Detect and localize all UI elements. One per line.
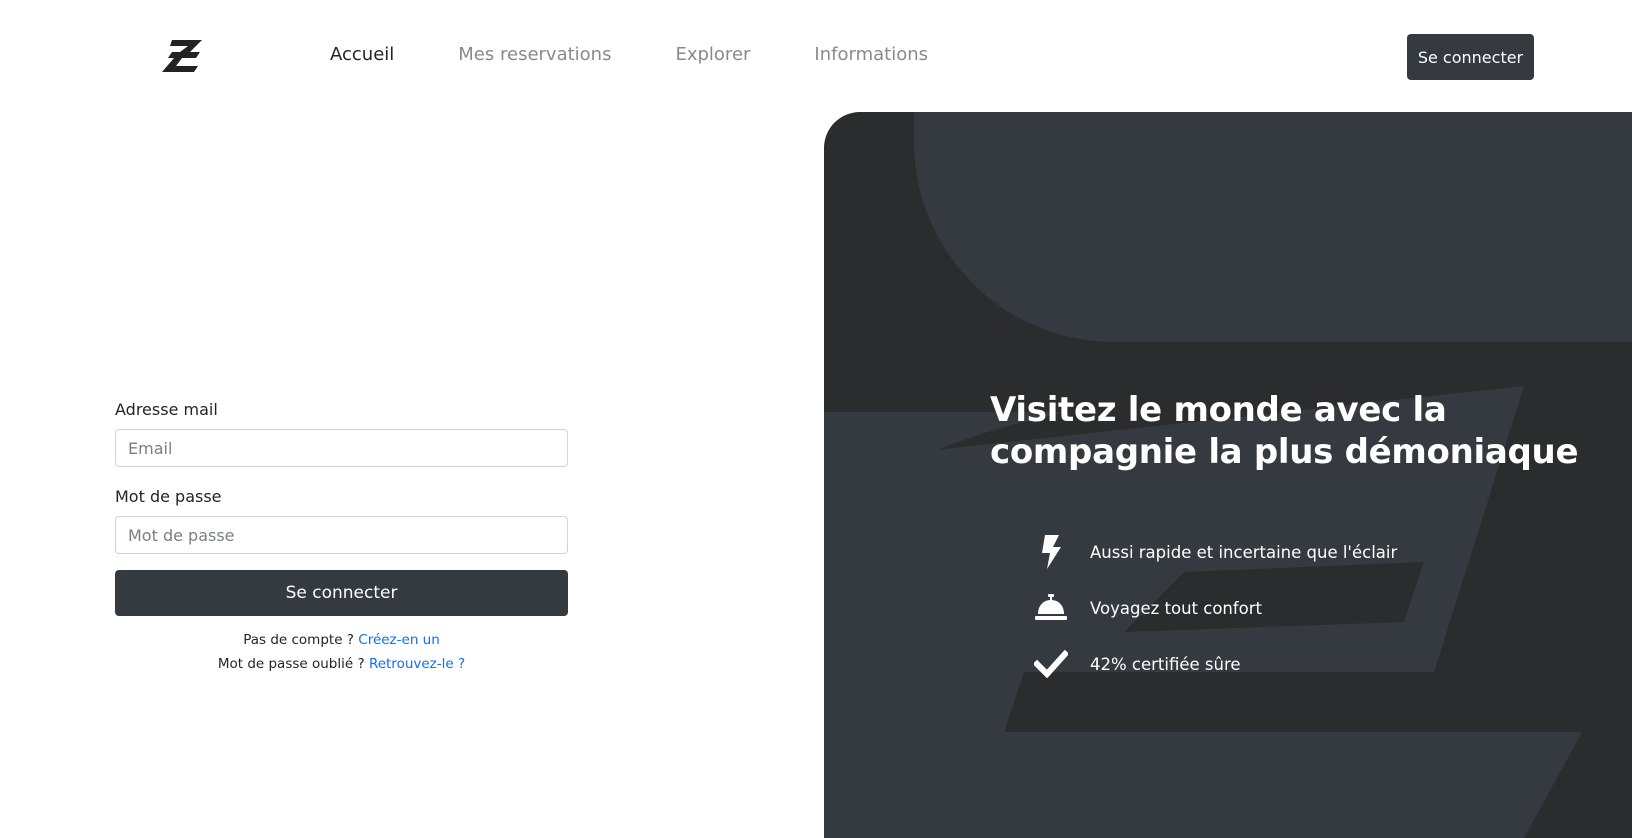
feature-text-safety: 42% certifiée sûre <box>1090 654 1241 674</box>
nav-links: Accueil Mes reservations Explorer Inform… <box>330 44 992 65</box>
create-account-row: Pas de compte ? Créez-en un <box>115 628 568 652</box>
password-label: Mot de passe <box>115 487 222 506</box>
feature-text-speed: Aussi rapide et incertaine que l'éclair <box>1090 542 1398 562</box>
login-form: Adresse mail Mot de passe Se connecter P… <box>115 400 568 676</box>
navbar-login-button[interactable]: Se connecter <box>1407 34 1534 80</box>
hero-title-line-2: compagnie la plus démoniaque <box>990 432 1579 472</box>
nav-link-informations[interactable]: Informations <box>814 44 928 65</box>
email-label: Adresse mail <box>115 400 218 419</box>
no-account-text: Pas de compte ? <box>243 632 354 648</box>
forgot-password-text: Mot de passe oublié ? <box>217 656 365 672</box>
navbar: Accueil Mes reservations Explorer Inform… <box>0 0 1632 112</box>
feature-text-comfort: Voyagez tout confort <box>1090 598 1263 618</box>
feature-item: Voyagez tout confort <box>1034 580 1397 636</box>
feature-item: 42% certifiée sûre <box>1034 636 1397 692</box>
service-bell-icon <box>1034 591 1068 625</box>
recover-password-link[interactable]: Retrouvez-le ? <box>369 656 465 672</box>
create-account-link[interactable]: Créez-en un <box>358 632 440 648</box>
nav-link-accueil[interactable]: Accueil <box>330 44 394 65</box>
hero-panel: Visitez le monde avec la compagnie la pl… <box>824 112 1632 838</box>
checkmark-icon <box>1034 647 1068 681</box>
password-field[interactable] <box>115 516 568 554</box>
hero-title: Visitez le monde avec la compagnie la pl… <box>990 389 1610 473</box>
brand-logo-icon[interactable] <box>160 38 204 74</box>
login-helper-links: Pas de compte ? Créez-en un Mot de passe… <box>115 628 568 676</box>
feature-item: Aussi rapide et incertaine que l'éclair <box>1034 524 1397 580</box>
forgot-password-row: Mot de passe oublié ? Retrouvez-le ? <box>115 652 568 676</box>
hero-title-line-1: Visitez le monde avec la <box>990 390 1447 430</box>
login-submit-button[interactable]: Se connecter <box>115 570 568 616</box>
nav-link-mes-reservations[interactable]: Mes reservations <box>458 44 611 65</box>
hero-background-logo <box>824 112 1632 838</box>
lightning-icon <box>1034 535 1068 569</box>
nav-link-explorer[interactable]: Explorer <box>675 44 750 65</box>
email-field[interactable] <box>115 429 568 467</box>
feature-list: Aussi rapide et incertaine que l'éclair … <box>1034 524 1397 692</box>
